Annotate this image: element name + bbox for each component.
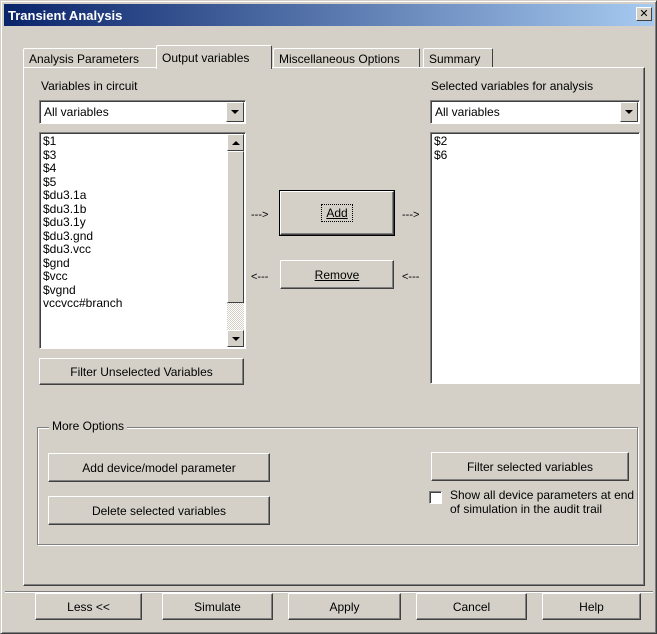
list-item[interactable]: vccvcc#branch bbox=[43, 296, 122, 311]
show-all-device-parameters-label: Show all device parameters at end of sim… bbox=[450, 488, 635, 516]
list-item[interactable]: $4 bbox=[43, 161, 122, 176]
circuit-variables-scrollbar[interactable] bbox=[227, 134, 244, 347]
selected-value: All variables bbox=[44, 105, 109, 119]
selected-variables-items: $2 $6 bbox=[434, 134, 447, 163]
selected-variables-heading: Selected variables for analysis bbox=[431, 79, 594, 93]
tab-miscellaneous-options[interactable]: Miscellaneous Options bbox=[273, 48, 420, 68]
selected-variables-list[interactable]: $2 $6 bbox=[430, 132, 640, 384]
delete-selected-variables-button[interactable]: Delete selected variables bbox=[48, 496, 270, 525]
list-item[interactable]: $du3.vcc bbox=[43, 242, 122, 257]
list-item[interactable]: $vcc bbox=[43, 269, 122, 284]
tab-analysis-parameters[interactable]: Analysis Parameters bbox=[23, 48, 158, 68]
list-item[interactable]: $vgnd bbox=[43, 283, 122, 298]
window-title: Transient Analysis bbox=[8, 7, 123, 23]
list-item[interactable]: $gnd bbox=[43, 256, 122, 271]
add-device-model-parameter-button[interactable]: Add device/model parameter bbox=[48, 453, 270, 482]
scroll-up-button[interactable] bbox=[227, 134, 244, 151]
title-bar: Transient Analysis ✕ bbox=[4, 4, 654, 26]
scroll-thumb[interactable] bbox=[227, 151, 244, 303]
chevron-down-icon bbox=[231, 336, 240, 341]
simulate-button[interactable]: Simulate bbox=[162, 593, 273, 620]
remove-button[interactable]: Remove bbox=[280, 260, 394, 289]
variables-in-circuit-heading: Variables in circuit bbox=[41, 79, 138, 93]
help-button[interactable]: Help bbox=[542, 593, 641, 620]
list-item[interactable]: $du3.gnd bbox=[43, 229, 122, 244]
cancel-button[interactable]: Cancel bbox=[416, 593, 527, 620]
circuit-variables-list[interactable]: $1 $3 $4 $5 $du3.1a $du3.1b $du3.1y $du3.gnd $du… bbox=[39, 132, 246, 349]
list-item[interactable]: $du3.1y bbox=[43, 215, 122, 230]
chevron-down-icon bbox=[625, 110, 633, 114]
list-item[interactable]: $1 bbox=[43, 134, 122, 149]
remove-arrow-right: <--- bbox=[402, 271, 420, 283]
tab-output-variables[interactable]: Output variables bbox=[156, 45, 272, 69]
circuit-variables-items: $1 $3 $4 $5 $du3.1a $du3.1b $du3.1y $du3.gnd $du… bbox=[43, 134, 122, 311]
tab-label: Summary bbox=[429, 51, 481, 66]
add-button-label: Add bbox=[321, 204, 353, 222]
add-arrow-left: ---> bbox=[251, 209, 269, 221]
close-button[interactable]: ✕ bbox=[636, 7, 652, 21]
circuit-variables-filter-select[interactable]: All variables bbox=[39, 100, 246, 124]
more-options-legend: More Options bbox=[49, 419, 128, 433]
selected-variables-filter-select[interactable]: All variables bbox=[430, 100, 640, 124]
list-item[interactable]: $2 bbox=[434, 134, 447, 149]
filter-unselected-variables-button[interactable]: Filter Unselected Variables bbox=[39, 358, 244, 385]
close-icon: ✕ bbox=[639, 7, 649, 20]
list-item[interactable]: $du3.1b bbox=[43, 202, 122, 217]
filter-selected-variables-button[interactable]: Filter selected variables bbox=[431, 452, 629, 481]
tab-summary[interactable]: Summary bbox=[423, 48, 493, 68]
dropdown-button[interactable] bbox=[620, 102, 638, 122]
transient-analysis-dialog: Transient Analysis ✕ Analysis Parameters… bbox=[0, 0, 657, 634]
tab-label: Analysis Parameters bbox=[29, 51, 140, 66]
list-item[interactable]: $6 bbox=[434, 148, 447, 163]
add-label-text: Add bbox=[326, 206, 348, 220]
dropdown-button[interactable] bbox=[226, 102, 244, 122]
show-all-device-parameters-checkbox[interactable] bbox=[429, 491, 442, 504]
chevron-down-icon bbox=[231, 110, 239, 114]
tab-label: Output variables bbox=[162, 50, 250, 65]
tab-label: Miscellaneous Options bbox=[279, 51, 400, 66]
remove-label-text: Remove bbox=[314, 267, 360, 282]
output-variables-panel: Variables in circuit All variables $1 $3 $… bbox=[23, 67, 645, 586]
add-button[interactable]: Add bbox=[279, 190, 395, 236]
less-button[interactable]: Less << bbox=[35, 593, 142, 620]
remove-arrow-left: <--- bbox=[251, 271, 269, 283]
selected-value: All variables bbox=[435, 105, 500, 119]
list-item[interactable]: $du3.1a bbox=[43, 188, 122, 203]
scroll-down-button[interactable] bbox=[227, 330, 244, 347]
add-arrow-right: ---> bbox=[402, 209, 420, 221]
apply-button[interactable]: Apply bbox=[288, 593, 401, 620]
chevron-up-icon bbox=[231, 140, 240, 145]
list-item[interactable]: $5 bbox=[43, 175, 122, 190]
list-item[interactable]: $3 bbox=[43, 148, 122, 163]
more-options-group bbox=[37, 427, 638, 545]
